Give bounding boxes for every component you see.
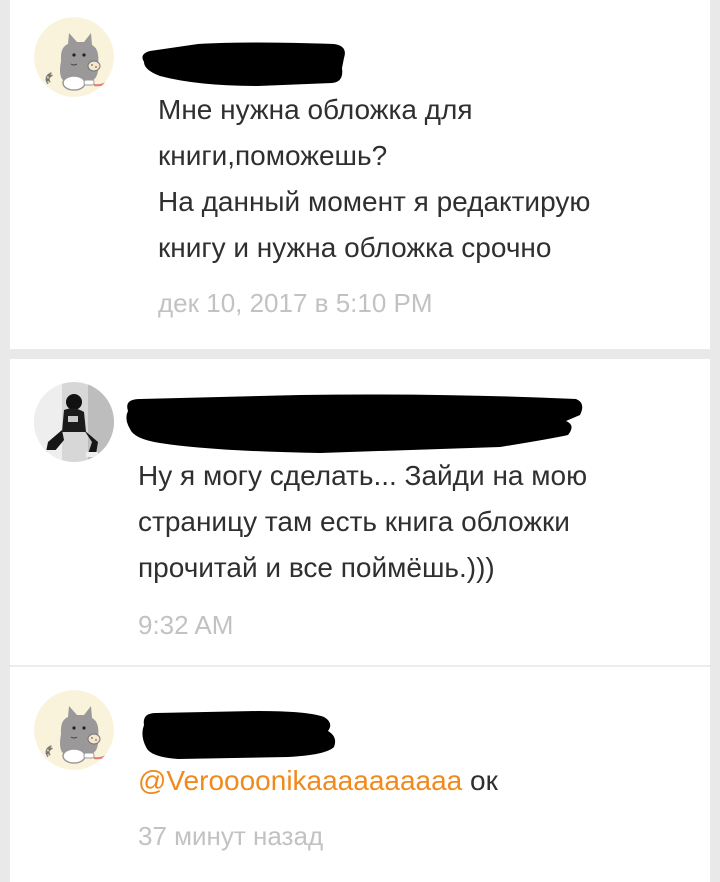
comment-card: @Veroooonikaaaaaaaaaa ок 37 минут назад — [10, 667, 710, 882]
comment-text-body: ок — [462, 765, 498, 796]
comment-timestamp: 37 минут назад — [138, 821, 324, 851]
avatar[interactable] — [34, 17, 114, 97]
comment-timestamp: 9:32 AM — [138, 610, 234, 640]
comment-text: Мне нужна обложка для книги,поможешь? На… — [158, 94, 591, 263]
avatar[interactable] — [34, 382, 114, 462]
user-photo-icon — [34, 382, 114, 462]
comment-card: Ну я могу сделать... Зайди на мою страни… — [10, 359, 710, 665]
redacted-author-name — [142, 711, 336, 759]
comment-text: Ну я могу сделать... Зайди на мою страни… — [138, 460, 588, 583]
avatar[interactable] — [34, 690, 114, 770]
pusheen-cat-icon — [34, 17, 114, 97]
comment-text: @Veroooonikaaaaaaaaaa ок — [138, 758, 498, 804]
user-mention-link[interactable]: @Veroooonikaaaaaaaaaa — [138, 765, 462, 796]
redacted-author-name — [126, 394, 583, 453]
pusheen-cat-icon — [34, 690, 114, 770]
comment-card: Мне нужна обложка для книги,поможешь? На… — [10, 0, 710, 349]
redacted-author-name — [142, 42, 345, 86]
comment-timestamp: дек 10, 2017 в 5:10 PM — [158, 288, 433, 318]
